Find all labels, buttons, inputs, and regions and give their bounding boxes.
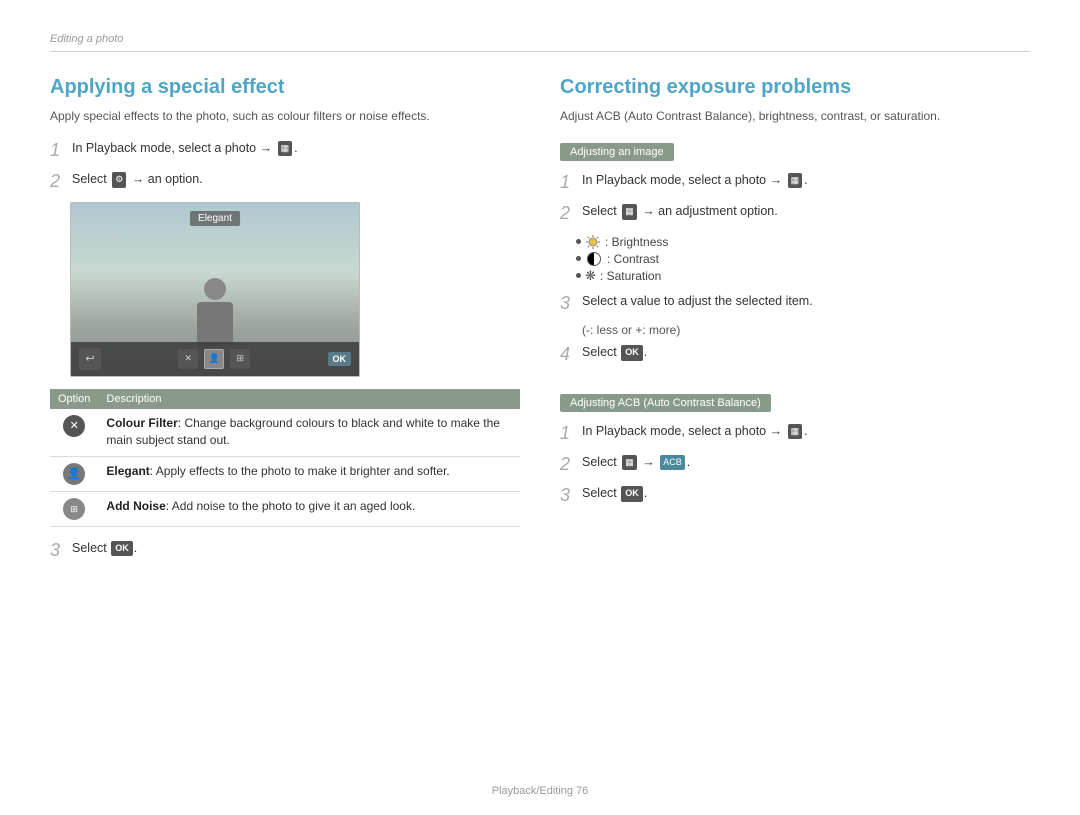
- camera-preview: Elegant ↩ ✕ 👤 ⊞ OK: [70, 202, 360, 377]
- adjust-note: (-: less or +: more): [582, 323, 1030, 337]
- step-text-1: In Playback mode, select a photo → ▦.: [72, 139, 298, 158]
- elegant-desc: Apply effects to the photo to make it br…: [156, 464, 450, 478]
- right-step-text-4: Select OK.: [582, 343, 647, 362]
- ok-badge-right1: OK: [621, 345, 643, 361]
- ok-badge-left: OK: [111, 541, 133, 557]
- right-section-intro: Adjust ACB (Auto Contrast Balance), brig…: [560, 107, 1030, 125]
- acb-step-text-1: In Playback mode, select a photo → ▦.: [582, 422, 808, 441]
- acb-step-2: 2 Select ▦ → ACB.: [560, 453, 1030, 476]
- saturation-text: : Saturation: [600, 269, 661, 283]
- right-section-title: Correcting exposure problems: [560, 76, 1030, 99]
- step-num-3: 3: [50, 539, 66, 562]
- footer-text: Playback/Editing 76: [492, 785, 589, 797]
- ok-badge-acb: OK: [621, 486, 643, 502]
- breadcrumb-text: Editing a photo: [50, 33, 123, 45]
- acb-step-1: 1 In Playback mode, select a photo → ▦.: [560, 422, 1030, 445]
- elegant-tb-icon[interactable]: 👤: [204, 349, 224, 369]
- add-noise-term: Add Noise: [106, 499, 165, 513]
- left-step-1: 1 In Playback mode, select a photo → ▦.: [50, 139, 520, 162]
- add-noise-desc: Add noise to the photo to give it an age…: [172, 499, 416, 513]
- step-num-1: 1: [50, 139, 66, 162]
- table-row-add-noise: ⊞ Add Noise: Add noise to the photo to g…: [50, 491, 520, 526]
- left-column: Applying a special effect Apply special …: [50, 76, 520, 570]
- left-section-intro: Apply special effects to the photo, such…: [50, 107, 520, 125]
- acb-icon: ACB: [660, 455, 685, 471]
- colour-filter-tb-icon[interactable]: ✕: [178, 349, 198, 369]
- right-step-3: 3 Select a value to adjust the selected …: [560, 292, 1030, 315]
- left-section-title: Applying a special effect: [50, 76, 520, 99]
- right-step-2: 2 Select ▦ → an adjustment option.: [560, 202, 1030, 225]
- right-step-num-1: 1: [560, 171, 576, 194]
- table-row-colour-filter: ✕ Colour Filter: Change background colou…: [50, 409, 520, 456]
- figure-silhouette: [190, 278, 240, 348]
- bullet-saturation: ❋ : Saturation: [576, 268, 1030, 284]
- right-step-text-3: Select a value to adjust the selected it…: [582, 292, 813, 311]
- footer: Playback/Editing 76: [492, 785, 589, 797]
- contrast-text: : Contrast: [607, 252, 659, 266]
- menu-icon-acb1: ▦: [788, 424, 803, 440]
- ok-toolbar-button[interactable]: OK: [328, 352, 352, 366]
- acb-step-text-2: Select ▦ → ACB.: [582, 453, 690, 472]
- left-step-3: 3 Select OK.: [50, 539, 520, 562]
- menu-icon-step1: ▦: [278, 141, 293, 157]
- right-step-num-2: 2: [560, 202, 576, 225]
- subsection-label-adjusting: Adjusting an image: [560, 143, 674, 161]
- elegant-icon: 👤: [63, 463, 85, 485]
- step-text-3: Select OK.: [72, 539, 137, 558]
- noise-tb-icon[interactable]: ⊞: [230, 349, 250, 369]
- option-table: Option Description ✕ Colour Filter: Chan…: [50, 389, 520, 527]
- menu-icon-right2: ▦: [622, 204, 637, 220]
- bullet-dot-brightness: [576, 239, 581, 244]
- person-body: [197, 302, 233, 346]
- colour-filter-term: Colour Filter: [106, 416, 177, 430]
- right-step-num-3: 3: [560, 292, 576, 315]
- step-text-2: Select ⚙ → an option.: [72, 170, 203, 189]
- elegant-term: Elegant: [106, 464, 149, 478]
- col-header-option: Option: [50, 389, 98, 409]
- acb-step-num-2: 2: [560, 453, 576, 476]
- bullet-brightness: : Brightness: [576, 234, 1030, 250]
- acb-step-text-3: Select OK.: [582, 484, 647, 503]
- acb-step-num-3: 3: [560, 484, 576, 507]
- camera-toolbar: ↩ ✕ 👤 ⊞ OK: [71, 342, 359, 376]
- back-icon[interactable]: ↩: [79, 348, 101, 370]
- two-column-layout: Applying a special effect Apply special …: [50, 76, 1030, 570]
- toolbar-icons: ✕ 👤 ⊞: [178, 349, 250, 369]
- right-step-1: 1 In Playback mode, select a photo → ▦.: [560, 171, 1030, 194]
- contrast-icon: [587, 252, 601, 266]
- sun-icon: [585, 234, 601, 250]
- bullet-dot-contrast: [576, 256, 581, 261]
- add-noise-icon: ⊞: [63, 498, 85, 520]
- adjustment-options-list: : Brightness : Contrast ❋ : Saturation: [576, 234, 1030, 284]
- breadcrumb: Editing a photo: [50, 30, 1030, 52]
- page-container: Editing a photo Applying a special effec…: [0, 0, 1080, 815]
- col-header-description: Description: [98, 389, 520, 409]
- effect-icon-step2: ⚙: [112, 172, 126, 188]
- step-num-2: 2: [50, 170, 66, 193]
- right-step-text-2: Select ▦ → an adjustment option.: [582, 202, 778, 221]
- subsection-label-acb: Adjusting ACB (Auto Contrast Balance): [560, 394, 771, 412]
- right-step-text-1: In Playback mode, select a photo → ▦.: [582, 171, 808, 190]
- saturation-icon: ❋: [585, 268, 596, 284]
- table-row-elegant: 👤 Elegant: Apply effects to the photo to…: [50, 456, 520, 491]
- person-head: [204, 278, 226, 300]
- bullet-contrast: : Contrast: [576, 252, 1030, 266]
- bullet-dot-saturation: [576, 273, 581, 278]
- left-step-2: 2 Select ⚙ → an option.: [50, 170, 520, 193]
- menu-icon-acb2: ▦: [622, 455, 637, 471]
- acb-step-3: 3 Select OK.: [560, 484, 1030, 507]
- right-step-num-4: 4: [560, 343, 576, 366]
- colour-filter-icon: ✕: [63, 415, 85, 437]
- right-step-4: 4 Select OK.: [560, 343, 1030, 366]
- right-column: Correcting exposure problems Adjust ACB …: [560, 76, 1030, 570]
- menu-icon-right1: ▦: [788, 173, 803, 189]
- elegant-label: Elegant: [190, 211, 240, 226]
- brightness-text: : Brightness: [605, 235, 668, 249]
- acb-step-num-1: 1: [560, 422, 576, 445]
